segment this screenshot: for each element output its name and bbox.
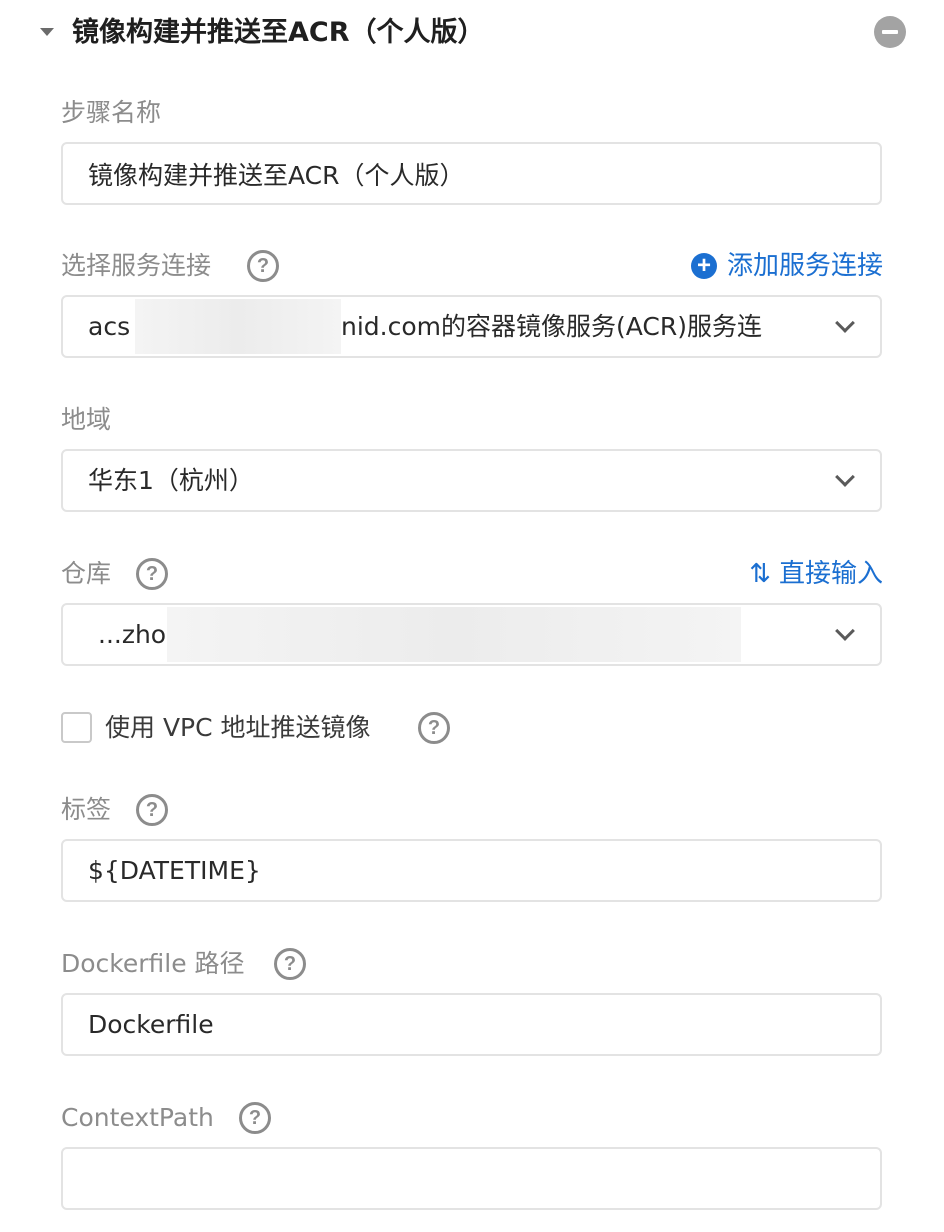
redacted-area xyxy=(135,299,341,354)
add-service-connection-button[interactable]: + 添加服务连接 xyxy=(690,246,883,286)
region-label-row: 地域 xyxy=(61,400,883,440)
vpc-checkbox-label[interactable]: 使用 VPC 地址推送镜像 xyxy=(105,708,371,748)
swap-icon: ⇅ xyxy=(749,559,771,589)
step-name-label: 步骤名称 xyxy=(61,98,162,127)
tag-label: 标签 xyxy=(61,795,112,824)
repository-label: 仓库 xyxy=(61,559,112,588)
help-icon[interactable]: ? xyxy=(136,558,168,590)
repository-select[interactable]: ...zho xyxy=(61,603,882,666)
service-connection-value-prefix: acs xyxy=(88,312,131,341)
service-connection-select[interactable]: acs nid.com的容器镜像服务(ACR)服务连 xyxy=(61,295,882,358)
step-name-field[interactable] xyxy=(61,142,882,205)
section-header[interactable]: 镜像构建并推送至ACR（个人版） xyxy=(0,0,944,66)
step-config-panel: 镜像构建并推送至ACR（个人版） 步骤名称 选择服务连接 ? + 添加服务连接 … xyxy=(0,0,944,1232)
service-connection-value-suffix: nid.com的容器镜像服务(ACR)服务连 xyxy=(341,312,762,341)
remove-step-icon[interactable] xyxy=(874,16,906,48)
help-icon[interactable]: ? xyxy=(136,794,168,826)
region-value: 华东1（杭州） xyxy=(88,466,254,495)
repository-label-row: 仓库 ? ⇅ 直接输入 xyxy=(61,554,883,594)
vpc-checkbox[interactable] xyxy=(61,712,92,743)
direct-input-label: 直接输入 xyxy=(778,559,883,589)
region-label: 地域 xyxy=(61,405,112,434)
service-connection-label-row: 选择服务连接 ? + 添加服务连接 xyxy=(61,246,883,286)
step-name-label-row: 步骤名称 xyxy=(61,93,883,133)
plus-circle-icon: + xyxy=(690,253,717,279)
add-service-connection-label: 添加服务连接 xyxy=(726,251,883,281)
step-name-input[interactable] xyxy=(63,144,880,203)
dockerfile-path-label-row: Dockerfile 路径 ? xyxy=(61,944,883,984)
caret-down-icon[interactable] xyxy=(40,28,54,36)
context-path-field[interactable] xyxy=(61,1147,882,1210)
tag-input[interactable] xyxy=(63,841,880,900)
region-select[interactable]: 华东1（杭州） xyxy=(61,449,882,512)
redacted-area xyxy=(167,607,741,662)
context-path-label-row: ContextPath ? xyxy=(61,1098,883,1138)
help-icon[interactable]: ? xyxy=(274,948,306,980)
tag-label-row: 标签 ? xyxy=(61,790,883,830)
dockerfile-path-label: Dockerfile 路径 xyxy=(61,949,245,978)
help-icon[interactable]: ? xyxy=(239,1102,271,1134)
vpc-checkbox-row[interactable]: 使用 VPC 地址推送镜像 ? xyxy=(61,708,561,748)
context-path-input[interactable] xyxy=(63,1149,880,1208)
direct-input-button[interactable]: ⇅ 直接输入 xyxy=(749,554,883,594)
chevron-down-icon[interactable] xyxy=(835,467,855,487)
help-icon[interactable]: ? xyxy=(247,250,279,282)
section-title: 镜像构建并推送至ACR（个人版） xyxy=(72,17,485,48)
service-connection-label: 选择服务连接 xyxy=(61,251,212,280)
help-icon[interactable]: ? xyxy=(418,712,450,744)
chevron-down-icon[interactable] xyxy=(835,313,855,333)
context-path-label: ContextPath xyxy=(61,1103,214,1132)
dockerfile-path-input[interactable] xyxy=(63,995,880,1054)
tag-field[interactable] xyxy=(61,839,882,902)
chevron-down-icon[interactable] xyxy=(835,621,855,641)
dockerfile-path-field[interactable] xyxy=(61,993,882,1056)
